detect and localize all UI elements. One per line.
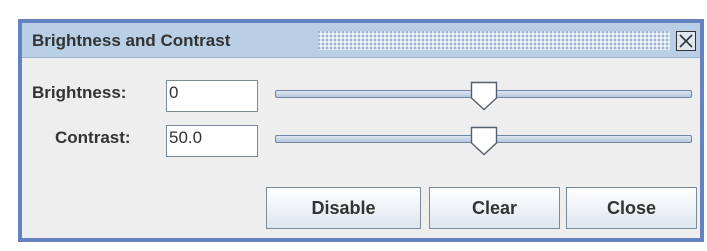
contrast-input[interactable]: 50.0 [166, 125, 258, 157]
slider-thumb-icon [470, 81, 497, 111]
brightness-value: 0 [169, 83, 179, 102]
contrast-label: Contrast: [55, 128, 131, 147]
brightness-contrast-dialog: Brightness and Contrast Brightness: 0 Co… [18, 19, 704, 242]
close-window-button[interactable] [676, 31, 696, 51]
close-icon [679, 34, 693, 48]
clear-button[interactable]: Clear [429, 187, 560, 229]
brightness-label: Brightness: [32, 83, 127, 102]
close-button[interactable]: Close [566, 187, 697, 229]
brightness-slider[interactable] [275, 81, 692, 111]
brightness-slider-thumb[interactable] [470, 81, 498, 111]
brightness-input[interactable]: 0 [166, 80, 258, 112]
dialog-title: Brightness and Contrast [32, 31, 231, 50]
contrast-value: 50.0 [169, 128, 203, 147]
slider-thumb-icon [470, 126, 497, 156]
contrast-slider[interactable] [275, 126, 692, 156]
title-bar-grip[interactable] [318, 31, 670, 50]
contrast-slider-thumb[interactable] [470, 126, 498, 156]
title-bar[interactable]: Brightness and Contrast [22, 23, 700, 58]
disable-button[interactable]: Disable [266, 187, 421, 229]
